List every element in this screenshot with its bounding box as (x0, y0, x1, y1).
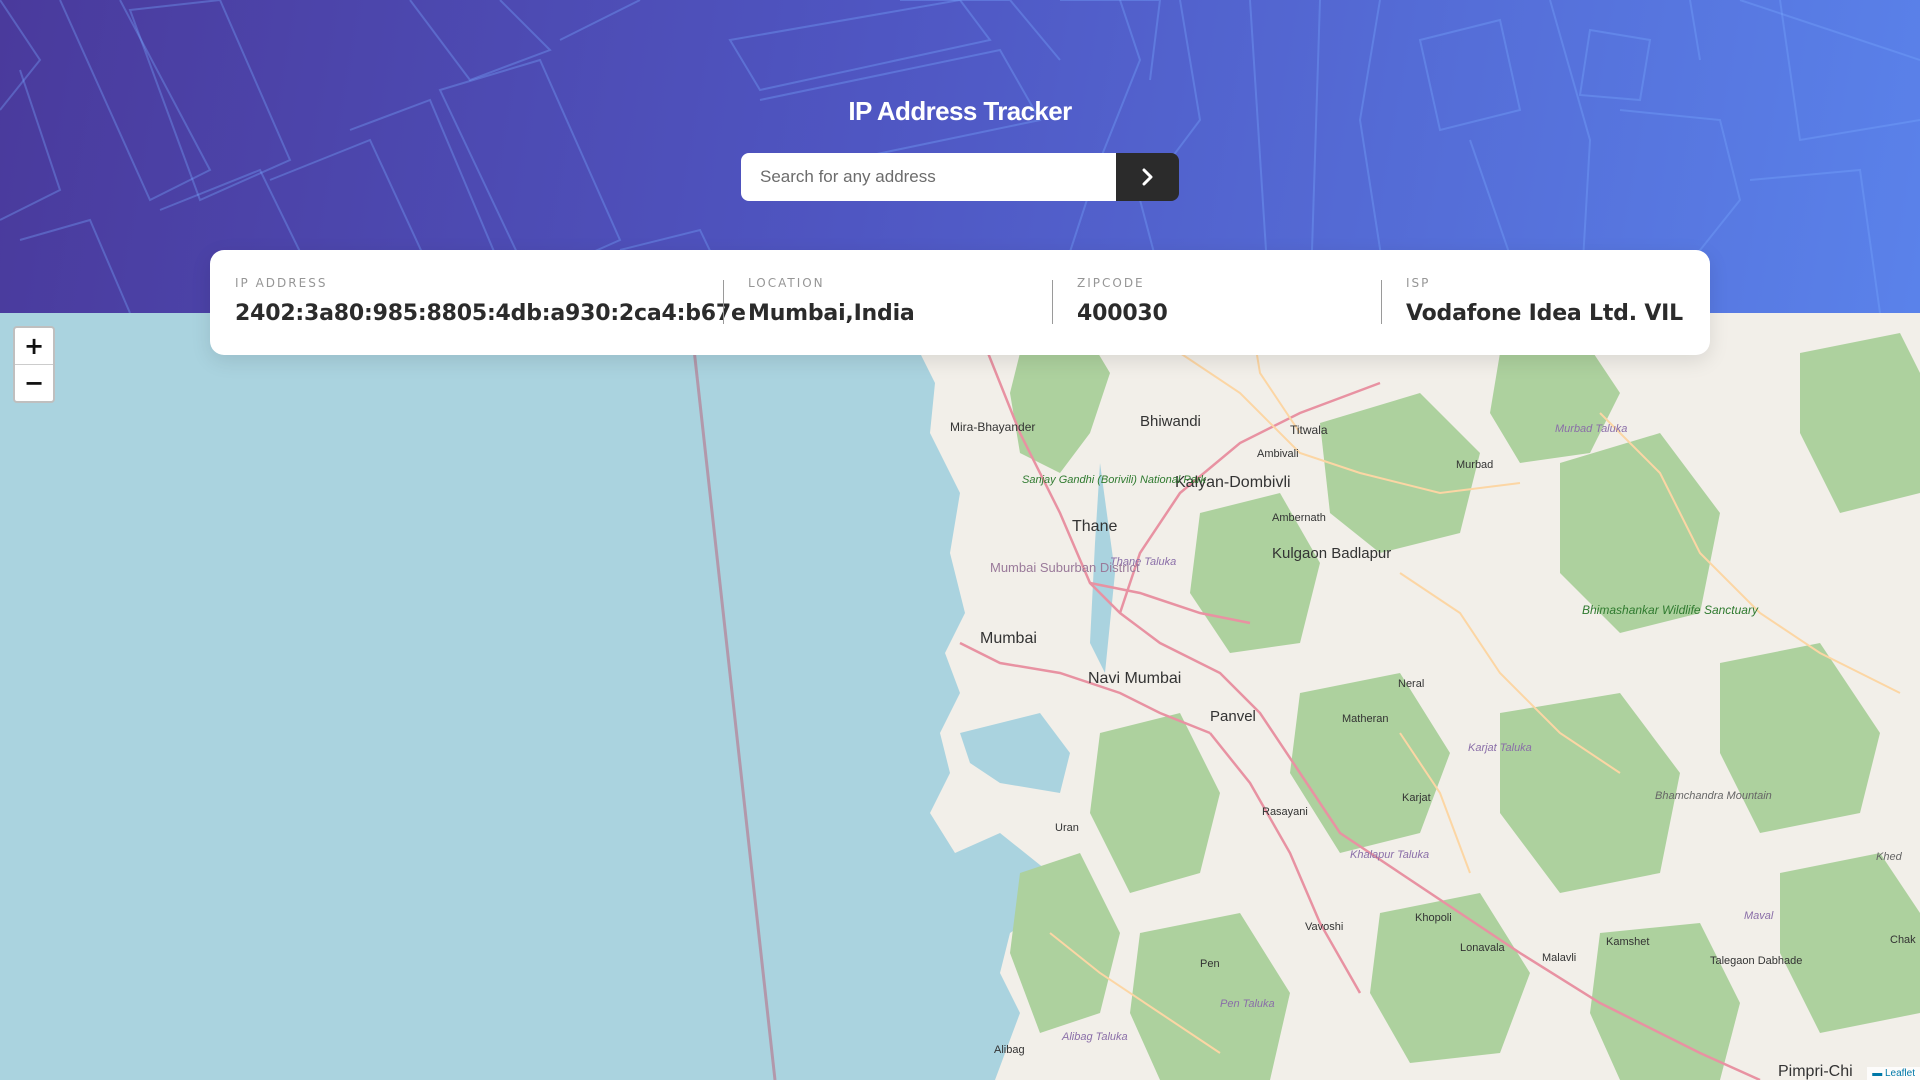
ip-address-section: IP ADDRESS 2402:3a80:985:8805:4db:a930:2… (210, 250, 746, 355)
isp-section: ISP Vodafone Idea Ltd. VIL (1381, 250, 1710, 355)
map-label-alibag: Alibag (994, 1044, 1025, 1056)
search-submit-button[interactable] (1116, 153, 1179, 201)
map-label-khopoli: Khopoli (1415, 912, 1452, 924)
map-label-lonavala: Lonavala (1460, 942, 1506, 954)
map-label-thane: Thane (1072, 518, 1117, 535)
map-label-mumbai-suburban: Mumbai Suburban District (990, 560, 1140, 575)
isp-value: Vodafone Idea Ltd. VIL (1406, 301, 1683, 326)
map-label-khed: Khed (1876, 851, 1903, 863)
zipcode-value: 400030 (1077, 301, 1168, 326)
map-label-bhiwandi: Bhiwandi (1140, 413, 1201, 430)
map-label-matheran: Matheran (1342, 713, 1388, 725)
zipcode-section: ZIPCODE 400030 (1052, 250, 1381, 355)
map-label-uran: Uran (1055, 822, 1079, 834)
map-label-ambernath: Ambernath (1272, 512, 1326, 524)
map-label-ambivali: Ambivali (1257, 448, 1299, 460)
map-label-malavli: Malavli (1542, 952, 1576, 964)
map-label-kamshet: Kamshet (1606, 936, 1649, 948)
map-label-sanjay: Sanjay Gandhi (Borivili) National Park (1022, 474, 1207, 486)
attribution-flag-icon: ▬ (1872, 1068, 1885, 1079)
map-label-bhamchandra: Bhamchandra Mountain (1655, 790, 1772, 802)
map-label-pen-taluka: Pen Taluka (1220, 998, 1275, 1010)
map-label-rasayani: Rasayani (1262, 806, 1308, 818)
map-label-navi-mumbai: Navi Mumbai (1088, 670, 1181, 687)
attribution-link[interactable]: Leaflet (1885, 1068, 1915, 1079)
map-view[interactable]: Bhiwandi Mira-Bhayander Titwala Ambivali… (0, 313, 1920, 1080)
map-label-murbad-taluka: Murbad Taluka (1555, 423, 1627, 435)
search-bar (741, 153, 1179, 201)
map-label-chak: Chak (1890, 934, 1916, 946)
map-tiles: Bhiwandi Mira-Bhayander Titwala Ambivali… (688, 313, 1920, 1080)
location-label: LOCATION (748, 276, 825, 290)
map-label-karjat: Karjat (1402, 792, 1431, 804)
ip-address-label: IP ADDRESS (235, 276, 328, 290)
zoom-control: + − (13, 326, 55, 403)
map-label-kulgaon: Kulgaon Badlapur (1272, 545, 1391, 562)
chevron-right-icon (1142, 168, 1152, 186)
location-section: LOCATION Mumbai,India (723, 250, 1052, 355)
location-value: Mumbai,India (748, 301, 915, 326)
map-label-neral: Neral (1398, 678, 1424, 690)
map-label-vavoshi: Vavoshi (1305, 921, 1343, 933)
maritime-boundary (688, 313, 777, 1080)
ip-address-value: 2402:3a80:985:8805:4db:a930:2ca4:b67e (235, 301, 746, 326)
map-attribution[interactable]: ▬ Leaflet (1867, 1067, 1920, 1080)
map-label-talegaon: Talegaon Dabhade (1710, 955, 1802, 967)
map-label-murbad: Murbad (1456, 459, 1493, 471)
map-label-alibag-taluka: Alibag Taluka (1061, 1031, 1128, 1043)
map-label-mumbai: Mumbai (980, 630, 1037, 647)
map-label-panvel: Panvel (1210, 708, 1256, 725)
search-input[interactable] (741, 153, 1116, 201)
page-title: IP Address Tracker (848, 96, 1072, 126)
map-label-bhimashankar: Bhimashankar Wildlife Sanctuary (1582, 603, 1759, 617)
zoom-in-button[interactable]: + (15, 328, 53, 364)
map-label-pen: Pen (1200, 958, 1220, 970)
isp-label: ISP (1406, 276, 1431, 290)
zipcode-label: ZIPCODE (1077, 276, 1145, 290)
map-label-khalapur: Khalapur Taluka (1350, 849, 1429, 861)
zoom-out-button[interactable]: − (15, 364, 53, 401)
map-label-maval: Maval (1744, 910, 1774, 922)
map-label-karjat-taluka: Karjat Taluka (1468, 742, 1532, 754)
map-label-titwala: Titwala (1290, 423, 1328, 437)
map-label-mira: Mira-Bhayander (950, 420, 1035, 434)
map-label-pimpri: Pimpri-Chi (1778, 1063, 1853, 1080)
ip-info-card: IP ADDRESS 2402:3a80:985:8805:4db:a930:2… (210, 250, 1710, 355)
